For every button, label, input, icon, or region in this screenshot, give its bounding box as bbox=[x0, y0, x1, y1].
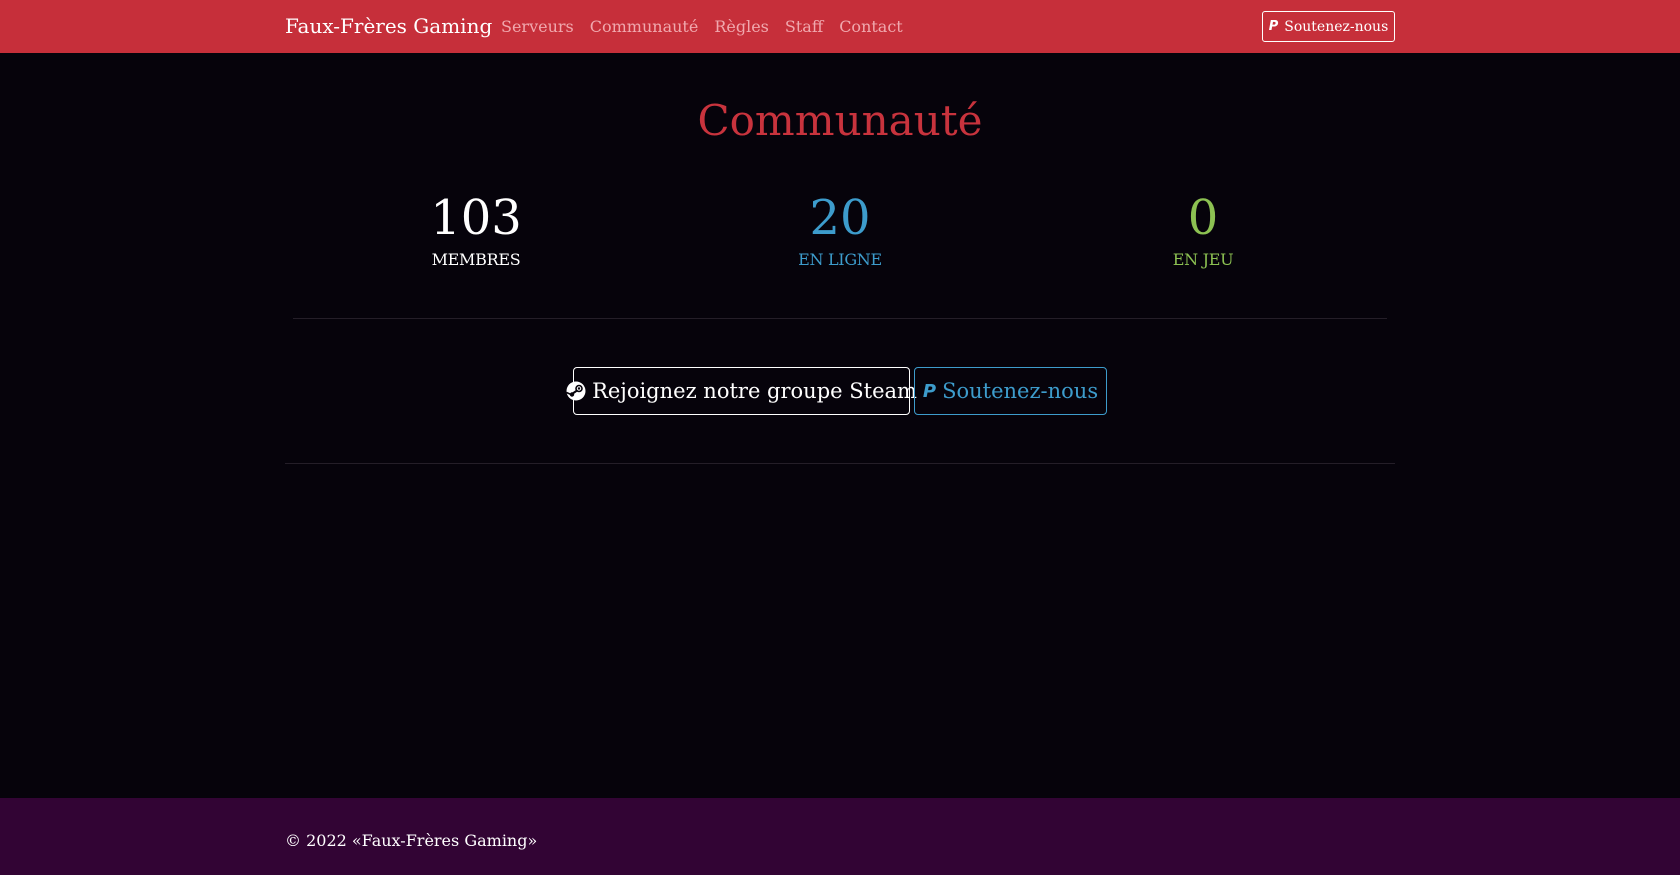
members-label: MEMBRES bbox=[431, 250, 521, 269]
nav-item-regles[interactable]: Règles bbox=[714, 17, 769, 36]
brand-link[interactable]: Faux-Frères Gaming bbox=[285, 14, 492, 38]
divider bbox=[285, 463, 1395, 464]
members-count: 103 bbox=[430, 190, 522, 246]
donate-button[interactable]: P Soutenez-nous bbox=[914, 367, 1107, 415]
join-steam-group-button[interactable]: Rejoignez notre groupe Steam bbox=[566, 367, 917, 415]
ingame-label: EN JEU bbox=[1172, 250, 1234, 269]
paypal-icon: P bbox=[922, 380, 937, 402]
nav-item-contact[interactable]: Contact bbox=[839, 17, 903, 36]
footer-copyright: © 2022 «Faux-Frères Gaming» bbox=[285, 831, 538, 850]
steam-icon bbox=[566, 381, 586, 401]
paypal-icon: P bbox=[1268, 19, 1279, 34]
nav-item-serveurs[interactable]: Serveurs bbox=[501, 17, 574, 36]
footer: © 2022 «Faux-Frères Gaming» bbox=[0, 798, 1680, 875]
navbar-donate-button[interactable]: P Soutenez-nous bbox=[1262, 11, 1395, 42]
page-title: Communauté bbox=[697, 96, 983, 145]
ingame-count: 0 bbox=[1187, 190, 1219, 246]
nav-item-communaute[interactable]: Communauté bbox=[590, 17, 699, 36]
join-steam-group-label: Rejoignez notre groupe Steam bbox=[592, 379, 917, 403]
nav-item-staff[interactable]: Staff bbox=[785, 17, 823, 36]
online-label: EN LIGNE bbox=[798, 250, 882, 269]
stat-ingame: 0 EN JEU bbox=[1053, 188, 1353, 269]
nav-menu: Serveurs Communauté Règles Staff Contact bbox=[501, 17, 919, 36]
stat-members: 103 MEMBRES bbox=[326, 188, 626, 269]
stat-online: 20 EN LIGNE bbox=[690, 188, 990, 269]
online-count: 20 bbox=[809, 190, 871, 246]
navbar-donate-label: Soutenez-nous bbox=[1284, 18, 1389, 35]
donate-label: Soutenez-nous bbox=[942, 379, 1099, 403]
navbar: Faux-Frères Gaming Serveurs Communauté R… bbox=[0, 0, 1680, 53]
divider bbox=[293, 318, 1387, 319]
